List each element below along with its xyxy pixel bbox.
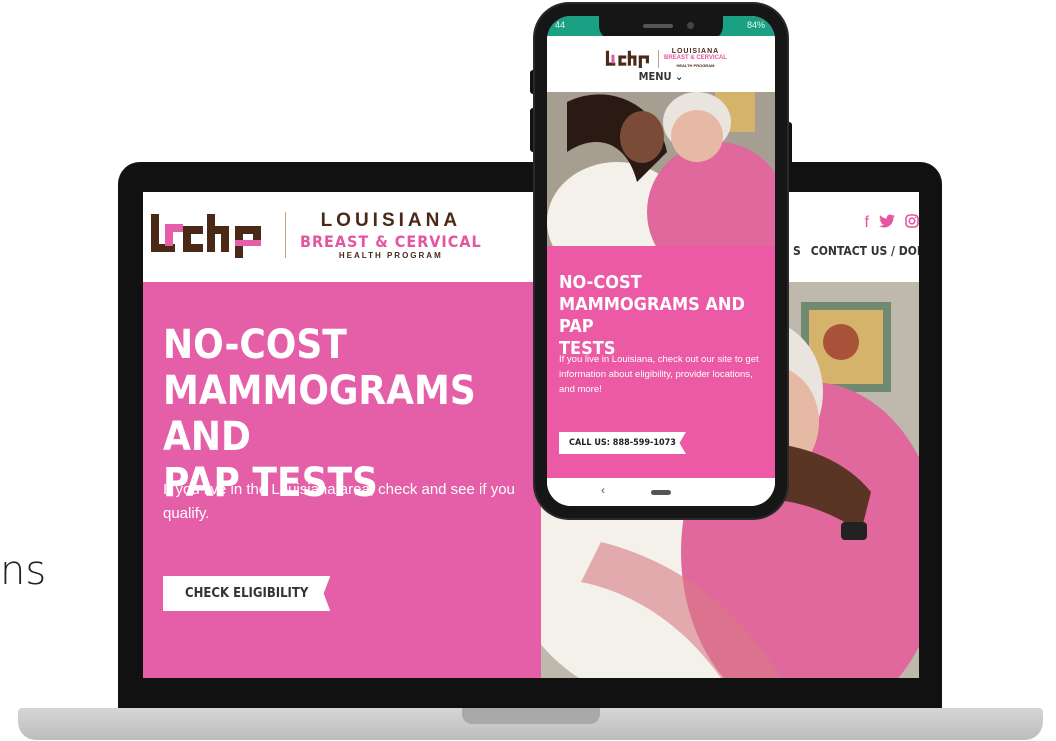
logo-line-1: LOUISIANA (671, 48, 720, 55)
call-us-button[interactable]: CALL US: 888-599-1073 (559, 432, 686, 454)
logo-wordmark: LOUISIANA BREAST & CERVICAL HEALTH PROGR… (300, 210, 482, 260)
site-logo[interactable]: LOUISIANA BREAST & CERVICAL HEALTH PROGR… (151, 210, 482, 260)
home-pill-icon[interactable] (651, 490, 671, 495)
mobile-menu-toggle[interactable]: MENU ⌄ (547, 70, 775, 83)
logo-line-3: HEALTH PROGRAM (676, 63, 715, 68)
twitter-icon[interactable] (879, 214, 895, 233)
laptop-notch (462, 708, 600, 724)
partial-caption-text: ns (0, 548, 47, 594)
phone-camera-icon (687, 22, 694, 29)
nav-item-partial[interactable]: S (793, 244, 801, 258)
facebook-icon[interactable]: f (865, 214, 869, 233)
mobile-hero-title-line-2: MAMMOGRAMS AND PAP (559, 294, 745, 337)
hero-title-line-2: MAMMOGRAMS AND (163, 368, 476, 460)
lbchp-logo-icon (151, 214, 261, 258)
mobile-header: LOUISIANA BREAST & CERVICAL HEALTH PROGR… (547, 36, 775, 92)
hero-panel: NO-COST MAMMOGRAMS AND PAP TESTS If you … (143, 282, 541, 678)
status-battery: 84% (746, 20, 765, 30)
logo-divider (285, 212, 286, 258)
nav-item-contact-donate[interactable]: CONTACT US / DONATE (811, 244, 919, 258)
laptop-screen: LOUISIANA BREAST & CERVICAL HEALTH PROGR… (143, 192, 919, 678)
phone-speaker (643, 24, 673, 28)
hugging-women-photo (547, 92, 775, 246)
mobile-hero-title: NO-COST MAMMOGRAMS AND PAP TESTS (559, 272, 769, 360)
logo-line-2: BREAST & CERVICAL (300, 232, 482, 251)
status-time: 44 (555, 20, 566, 30)
social-links: f (865, 214, 919, 233)
instagram-icon[interactable] (905, 214, 919, 233)
logo-line-1: LOUISIANA (320, 210, 462, 231)
lbchp-logo-icon (605, 50, 649, 68)
logo-line-2: BREAST & CERVICAL (664, 55, 727, 61)
mobile-hero-title-line-1: NO-COST (559, 272, 642, 293)
logo-line-3: HEALTH PROGRAM (338, 251, 443, 260)
logo-mark (151, 212, 269, 258)
hero-subtitle: If you live in the Louisiana area, check… (163, 481, 515, 522)
phone-screen: 44 84% LOUISIANA BREAST & CERVICAL HEALT… (547, 16, 775, 506)
site-header: LOUISIANA BREAST & CERVICAL HEALTH PROGR… (143, 192, 919, 282)
logo-divider (658, 49, 659, 68)
logo-wordmark: LOUISIANA BREAST & CERVICAL HEALTH PROGR… (664, 48, 727, 69)
check-eligibility-button[interactable]: CHECK ELIGIBILITY (163, 576, 331, 611)
main-nav: S CONTACT US / DONATE (793, 244, 919, 258)
mobile-hero-photo (547, 92, 775, 246)
mobile-hero-subtitle: If you live in Louisiana, check out our … (559, 354, 759, 395)
mobile-hero-panel: NO-COST MAMMOGRAMS AND PAP TESTS If you … (547, 246, 775, 478)
phone-nav-bar: ‹ (547, 478, 775, 506)
mobile-logo[interactable]: LOUISIANA BREAST & CERVICAL HEALTH PROGR… (605, 48, 727, 69)
phone-frame: 44 84% LOUISIANA BREAST & CERVICAL HEALT… (535, 4, 787, 518)
back-icon[interactable]: ‹ (601, 483, 605, 497)
hero-title-line-1: NO-COST (163, 322, 347, 368)
